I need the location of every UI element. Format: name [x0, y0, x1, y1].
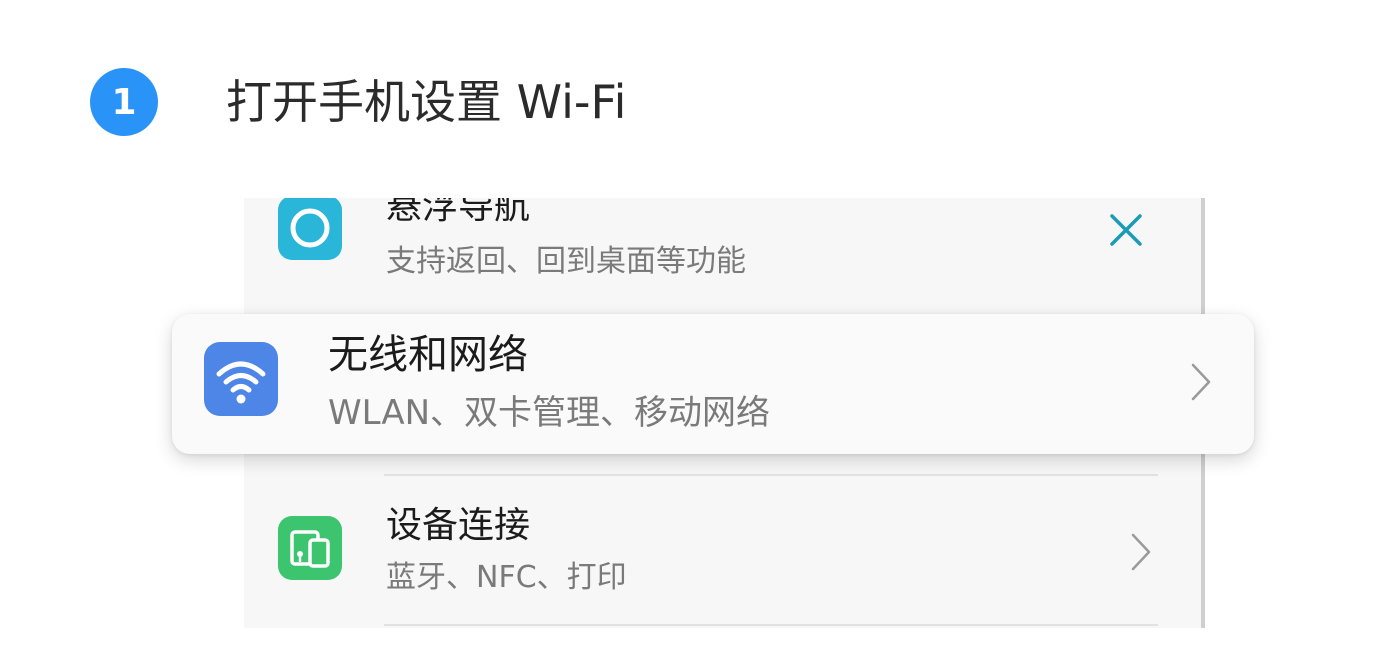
- close-icon[interactable]: [1108, 212, 1144, 248]
- settings-item-device-connection[interactable]: 设备连接 蓝牙、NFC、打印: [244, 474, 1202, 628]
- step-title: 打开手机设置 Wi-Fi: [226, 75, 627, 129]
- settings-item-wireless-network[interactable]: 无线和网络 WLAN、双卡管理、移动网络: [172, 314, 1254, 454]
- wifi-icon: [204, 342, 278, 416]
- settings-item-subtitle: 支持返回、回到桌面等功能: [386, 244, 746, 279]
- floating-nav-icon: [278, 198, 342, 260]
- settings-item-subtitle: WLAN、双卡管理、移动网络: [328, 393, 771, 433]
- settings-item-title: 无线和网络: [328, 332, 528, 378]
- settings-item-title: 悬浮导航: [386, 198, 531, 227]
- chevron-right-icon: [1130, 532, 1152, 572]
- step-number-badge: 1: [90, 68, 158, 136]
- settings-item-subtitle: 蓝牙、NFC、打印: [386, 560, 627, 595]
- device-connection-icon: [278, 516, 342, 580]
- settings-item-title: 设备连接: [386, 505, 531, 546]
- divider: [384, 624, 1158, 626]
- settings-item-floating-nav[interactable]: 悬浮导航 支持返回、回到桌面等功能: [244, 198, 1202, 298]
- chevron-right-icon: [1190, 362, 1212, 402]
